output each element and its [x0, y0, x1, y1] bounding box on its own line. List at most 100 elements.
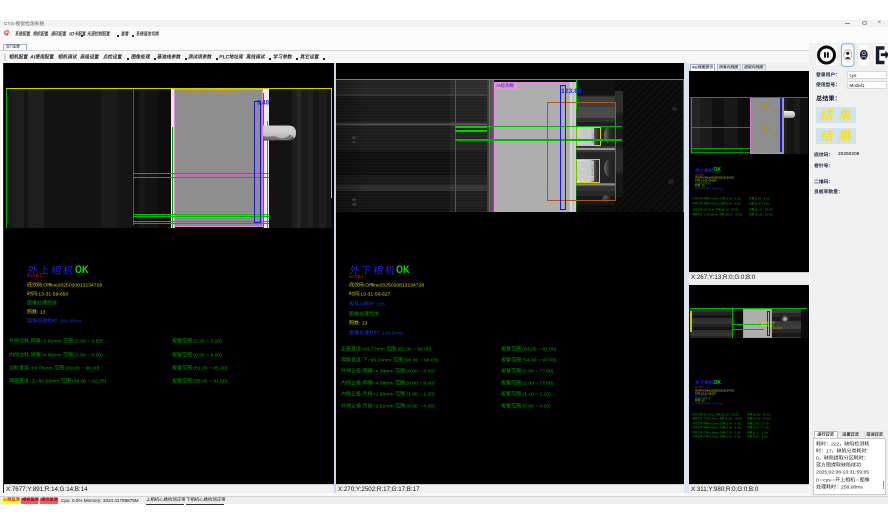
svg-text::0: :0 — [361, 275, 364, 279]
svg-text::1: :1 — [39, 274, 42, 278]
svg-text:cys: cys — [823, 477, 831, 483]
svg-text:: 143.00ms: : 143.00ms — [711, 401, 724, 405]
svg-text::(81.00 ~ 85.00): :(81.00 ~ 85.00) — [192, 365, 228, 371]
svg-text::93,: :93, — [199, 90, 208, 96]
svg-text:NG: NG — [349, 275, 354, 279]
svg-text::(81.00 ~ 85.00): :(81.00 ~ 85.00) — [754, 207, 772, 211]
svg-text:=90.56mm: =90.56mm — [705, 212, 717, 216]
svg-text:=4.38mm: =4.38mm — [708, 421, 719, 425]
svg-text:=2.61mm: =2.61mm — [373, 403, 394, 409]
svg-text::(94.00 ~ 97.00): :(94.00 ~ 97.00) — [752, 416, 770, 420]
svg-text::(3.00 ~ 6.00): :(3.00 ~ 6.00) — [73, 352, 103, 358]
svg-text::(2.00 ~ 3.50): :(2.00 ~ 3.50) — [73, 338, 103, 344]
svg-text::(93.00 ~ 98.00): :(93.00 ~ 98.00) — [403, 357, 439, 363]
svg-text:=4.38mm: =4.38mm — [373, 380, 394, 386]
svg-text::(94.00 ~ 97.00): :(94.00 ~ 97.00) — [521, 357, 557, 363]
svg-text:: 13: : 13 — [37, 309, 46, 315]
svg-text::(93.00 ~ 98.00): :(93.00 ~ 98.00) — [724, 416, 742, 420]
svg-text:=83.05mm: =83.05mm — [702, 207, 714, 211]
svg-text::(0.60 ~ 4.00): :(0.60 ~ 4.00) — [521, 403, 551, 409]
svg-text::(0.60 ~ 4.00): :(0.60 ~ 4.00) — [725, 434, 741, 438]
svg-text:-: - — [702, 213, 703, 216]
svg-text::Offline2025020813134728: :Offline2025020813134728 — [42, 282, 102, 288]
svg-text::(0.00 ~ 9.00): :(0.00 ~ 9.00) — [725, 421, 741, 425]
svg-text::(0.00 ~ 9.00): :(0.00 ~ 9.00) — [725, 425, 741, 429]
svg-text:=2.91mm: =2.91mm — [708, 196, 719, 200]
svg-text:-: - — [29, 338, 31, 344]
svg-text::(83.00 ~ 87.00): :(83.00 ~ 87.00) — [752, 412, 770, 416]
svg-text::(0.60 ~ 4.00): :(0.60 ~ 4.00) — [405, 403, 435, 409]
svg-text:2025:02:08-13:31:59:65: 2025:02:08-13:31:59:65 — [816, 470, 869, 476]
svg-text::(0.00 ~ 8.00): :(0.00 ~ 8.00) — [754, 201, 770, 205]
svg-text:-: - — [702, 202, 703, 205]
svg-text:AI: AI — [359, 302, 364, 308]
svg-text:23.48: 23.48 — [771, 108, 778, 112]
svg-text:: 258.00ms: : 258.00ms — [57, 319, 82, 325]
svg-text::(89.00 ~ 91.00): :(89.00 ~ 91.00) — [192, 378, 228, 384]
svg-text:=2.61mm: =2.61mm — [708, 434, 719, 438]
svg-text::(1.10 ~ 2.10): :(1.10 ~ 2.10) — [752, 430, 768, 434]
svg-text::(2.00 ~ 3.50): :(2.00 ~ 3.50) — [725, 196, 741, 200]
svg-text:-: - — [702, 435, 703, 438]
svg-text:: 166: : 166 — [374, 302, 385, 308]
svg-text:=1.90mm: =1.90mm — [373, 391, 394, 397]
svg-text:=1.90mm: =1.90mm — [708, 430, 719, 434]
svg-text:NG: NG — [692, 65, 698, 69]
svg-text:=4.38mm: =4.38mm — [708, 425, 719, 429]
svg-text::(88.00 ~ 92.00): :(88.00 ~ 92.00) — [724, 212, 742, 216]
svg-text::(82.00 ~ 88.00): :(82.00 ~ 88.00) — [720, 412, 738, 416]
svg-text::(1.00 ~ 2.20): :(1.00 ~ 2.20) — [405, 391, 435, 397]
svg-text::(2.20 ~ 3.20): :(2.20 ~ 3.20) — [192, 338, 222, 344]
svg-text:0: 0 — [816, 477, 819, 483]
svg-text:17: 17 — [826, 448, 832, 454]
svg-text::(3.00 ~ 6.00): :(3.00 ~ 6.00) — [725, 201, 741, 205]
svg-text:=4.38mm: =4.38mm — [373, 369, 394, 375]
svg-text::(0.00 ~ 9.00): :(0.00 ~ 9.00) — [405, 380, 435, 386]
svg-text::(80.00 ~ 86.00): :(80.00 ~ 86.00) — [64, 365, 100, 371]
svg-text::(88.00 ~ 92.00): :(88.00 ~ 92.00) — [71, 378, 107, 384]
svg-text:-: - — [29, 352, 31, 358]
svg-text:PLC: PLC — [219, 54, 230, 60]
svg-text:=83.05mm: =83.05mm — [29, 365, 53, 371]
svg-text::(2.20 ~ 3.20): :(2.20 ~ 3.20) — [754, 196, 770, 200]
svg-text:IO: IO — [69, 31, 75, 37]
svg-text:-: - — [361, 357, 363, 363]
svg-text::(1.00 ~ 2.20): :(1.00 ~ 2.20) — [725, 430, 741, 434]
svg-text:-: - — [702, 422, 703, 425]
svg-text:-: - — [361, 380, 363, 386]
svg-text::(2.00 ~ 77.00): :(2.00 ~ 77.00) — [521, 380, 554, 386]
svg-text:: 143.00ms: : 143.00ms — [379, 330, 404, 336]
svg-text::(82.00 ~ 88.00): :(82.00 ~ 88.00) — [396, 346, 432, 352]
svg-text::(83.00 ~ 87.00): :(83.00 ~ 87.00) — [521, 346, 557, 352]
svg-text:=95.24mm: =95.24mm — [368, 357, 392, 363]
svg-text:258.00ms: 258.00ms — [840, 484, 862, 490]
svg-text:=83.77mm: =83.77mm — [361, 346, 385, 352]
svg-text:=4.60mm: =4.60mm — [708, 201, 719, 205]
svg-text::100: :100 — [232, 90, 242, 96]
svg-text:-: - — [702, 431, 703, 434]
svg-text::(2.00 ~ 77.00): :(2.00 ~ 77.00) — [752, 425, 769, 429]
svg-text::(2.00 ~ 77.00): :(2.00 ~ 77.00) — [752, 421, 769, 425]
svg-text::(0.00 ~ 9.00): :(0.00 ~ 9.00) — [405, 369, 435, 375]
svg-text:=90.56mm: =90.56mm — [36, 378, 60, 384]
svg-text::(0.00 ~ 8.00): :(0.00 ~ 8.00) — [192, 352, 222, 358]
svg-text:NG: NG — [27, 274, 32, 278]
svg-text::(89.00 ~ 91.00): :(89.00 ~ 91.00) — [754, 212, 772, 216]
svg-text:-: - — [29, 378, 31, 384]
svg-text:-: - — [702, 197, 703, 200]
svg-text:=83.77mm: =83.77mm — [702, 412, 714, 416]
svg-text:0: 0 — [816, 455, 819, 461]
svg-text:AI: AI — [30, 54, 36, 60]
svg-text:: 258.00ms: : 258.00ms — [711, 186, 724, 190]
svg-text:AI: AI — [496, 83, 500, 88]
svg-text::(0.60 ~ 4.00): :(0.60 ~ 4.00) — [752, 434, 768, 438]
svg-text:-: - — [361, 369, 363, 375]
svg-text::(1.10 ~ 2.10): :(1.10 ~ 2.10) — [521, 391, 551, 397]
svg-text:123.80: 123.80 — [561, 88, 582, 95]
svg-text:-: - — [361, 403, 363, 409]
svg-text::13-31-59-627: :13-31-59-627 — [359, 292, 391, 298]
svg-text:-: - — [702, 426, 703, 429]
svg-text::(80.00 ~ 86.00): :(80.00 ~ 86.00) — [720, 207, 738, 211]
svg-text:-: - — [702, 417, 703, 420]
svg-text:: 13: : 13 — [359, 321, 368, 327]
